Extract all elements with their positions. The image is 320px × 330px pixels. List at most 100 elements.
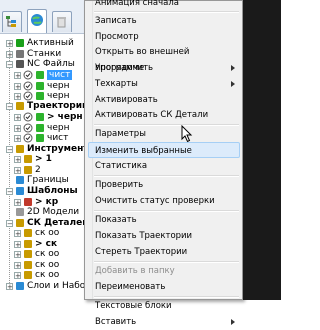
boundary-icon bbox=[15, 175, 25, 185]
status-check-icon bbox=[23, 70, 33, 80]
menu-item[interactable]: Просмотр bbox=[95, 29, 241, 45]
menu-item-label: Очистить статус проверки bbox=[95, 196, 215, 206]
workplane-icon bbox=[23, 228, 33, 238]
explorer-panel: + Активный + Станки − NC Файлы + чист + черн + черн… bbox=[0, 0, 96, 300]
status-check-icon bbox=[23, 133, 33, 143]
tree-item-label: > черн bbox=[47, 112, 83, 122]
workplane-icon bbox=[23, 249, 33, 259]
expand-toggle-icon[interactable]: + bbox=[14, 71, 21, 79]
menu-item-label: Стереть Траектории bbox=[95, 247, 188, 257]
toolpaths-folder-icon bbox=[15, 101, 25, 111]
expand-toggle-icon[interactable]: + bbox=[14, 250, 21, 258]
menu-item-label: Техкарты bbox=[95, 79, 138, 89]
menu-item[interactable]: Стереть Траектории bbox=[95, 244, 241, 260]
menu-item-label: Активировать СК Детали bbox=[95, 110, 209, 120]
tree-line bbox=[9, 41, 10, 287]
menu-item-label: Статистика bbox=[95, 161, 148, 171]
submenu-arrow-icon bbox=[231, 81, 235, 87]
menu-item-label: Вставить bbox=[95, 317, 137, 327]
menu-item-label: Просмотр bbox=[95, 32, 139, 42]
tree-item[interactable]: + Слои и Набор bbox=[6, 280, 91, 292]
menu-item[interactable]: Вставить bbox=[95, 314, 241, 330]
expand-toggle-icon[interactable]: + bbox=[6, 282, 13, 290]
nc-files-icon bbox=[15, 59, 25, 69]
toolpath-icon bbox=[35, 133, 45, 143]
toolpath-icon bbox=[35, 70, 45, 80]
expand-toggle-icon[interactable]: + bbox=[14, 113, 21, 121]
globe-icon bbox=[31, 14, 43, 26]
expand-toggle-icon[interactable]: − bbox=[6, 60, 13, 68]
status-check-icon bbox=[23, 112, 33, 122]
tree-item-label: ск оо bbox=[35, 270, 60, 280]
tree-item-label: Границы bbox=[27, 175, 69, 185]
menu-item[interactable]: Открыть во внешней программе bbox=[95, 44, 241, 73]
expand-toggle-icon[interactable]: + bbox=[6, 50, 13, 58]
tree-explorer-icon bbox=[6, 16, 16, 27]
expand-toggle-icon[interactable]: + bbox=[14, 198, 21, 206]
expand-toggle-icon[interactable]: + bbox=[14, 124, 21, 132]
tree-item-label: Слои и Набор bbox=[27, 281, 92, 291]
expand-toggle-icon[interactable]: + bbox=[14, 240, 21, 248]
expand-toggle-icon[interactable]: + bbox=[14, 166, 21, 174]
expand-toggle-icon[interactable]: − bbox=[6, 219, 13, 227]
expand-toggle-icon[interactable]: + bbox=[14, 271, 21, 279]
menu-item[interactable]: Активировать bbox=[95, 92, 241, 108]
play-icon bbox=[15, 38, 25, 48]
model-2d-icon bbox=[15, 207, 25, 217]
submenu-arrow-icon bbox=[231, 319, 235, 325]
expand-toggle-icon[interactable]: + bbox=[14, 155, 21, 163]
tab-help[interactable] bbox=[27, 9, 47, 33]
mouse-cursor-icon bbox=[181, 125, 193, 143]
menu-item[interactable]: Анимация сначала bbox=[95, 0, 241, 11]
menu-item-label: Параметры bbox=[95, 129, 146, 139]
patterns-icon bbox=[15, 186, 25, 196]
menu-item[interactable]: Проверить bbox=[95, 177, 241, 193]
menu-item-label: Записать bbox=[95, 16, 137, 26]
toolpath-icon bbox=[35, 112, 45, 122]
explorer-tabs bbox=[0, 0, 96, 34]
expand-toggle-icon[interactable]: + bbox=[14, 82, 21, 90]
expand-toggle-icon[interactable]: + bbox=[14, 92, 21, 100]
menu-item-label: Проверить bbox=[95, 180, 144, 190]
tree-item-label: Активный bbox=[27, 38, 74, 48]
tree-item-label: ск оо bbox=[35, 249, 60, 259]
recycle-bin-icon bbox=[57, 17, 66, 28]
menu-item-label: Активировать bbox=[95, 95, 158, 105]
expand-toggle-icon[interactable]: + bbox=[6, 39, 13, 47]
menu-item[interactable]: Упорядочить bbox=[95, 60, 241, 76]
expand-toggle-icon[interactable]: + bbox=[14, 261, 21, 269]
menu-item-label: Анимация сначала bbox=[95, 0, 179, 8]
expand-toggle-icon[interactable]: − bbox=[6, 145, 13, 153]
tree-item-label: 2D Модели bbox=[27, 207, 80, 217]
expand-toggle-icon[interactable]: − bbox=[6, 187, 13, 195]
menu-item: Добавить в папку bbox=[95, 263, 241, 279]
menu-item[interactable]: Активировать СК Детали bbox=[95, 107, 241, 123]
expand-toggle-icon[interactable]: + bbox=[14, 134, 21, 142]
menu-item[interactable]: Очистить статус проверки bbox=[95, 193, 241, 209]
menu-item[interactable]: Показать Траектории bbox=[95, 228, 241, 244]
menu-item[interactable]: Техкарты bbox=[95, 76, 241, 92]
menu-item-label: Добавить в папку bbox=[95, 266, 175, 276]
tree-item-label: NC Файлы bbox=[27, 59, 75, 69]
tree-item-label: > 1 bbox=[35, 154, 52, 164]
menu-item[interactable]: Изменить выбранные bbox=[88, 142, 240, 158]
expand-toggle-icon[interactable]: + bbox=[14, 229, 21, 237]
workplane-icon bbox=[23, 270, 33, 280]
menu-item[interactable]: Записать bbox=[95, 13, 241, 29]
menu-item[interactable]: Показать bbox=[95, 212, 241, 228]
menu-item-label: Переименовать bbox=[95, 282, 166, 292]
submenu-arrow-icon bbox=[231, 65, 235, 71]
tree-item-label: Траектории bbox=[27, 101, 89, 111]
menu-item[interactable]: Статистика bbox=[95, 158, 241, 174]
expand-toggle-icon[interactable]: − bbox=[6, 102, 13, 110]
menu-item[interactable]: Текстовые блоки bbox=[95, 298, 241, 314]
tree-item-label: чист bbox=[47, 70, 73, 80]
menu-item[interactable]: Переименовать bbox=[95, 279, 241, 295]
tool-icon bbox=[23, 154, 33, 164]
menu-item-label: Показать Траектории bbox=[95, 231, 193, 241]
menu-item-label: Упорядочить bbox=[95, 63, 154, 73]
tab-recycle[interactable] bbox=[52, 11, 72, 32]
tree-item-label: чист bbox=[47, 133, 69, 143]
tab-explorer[interactable] bbox=[2, 11, 22, 32]
menu-item[interactable]: Параметры bbox=[95, 126, 241, 142]
